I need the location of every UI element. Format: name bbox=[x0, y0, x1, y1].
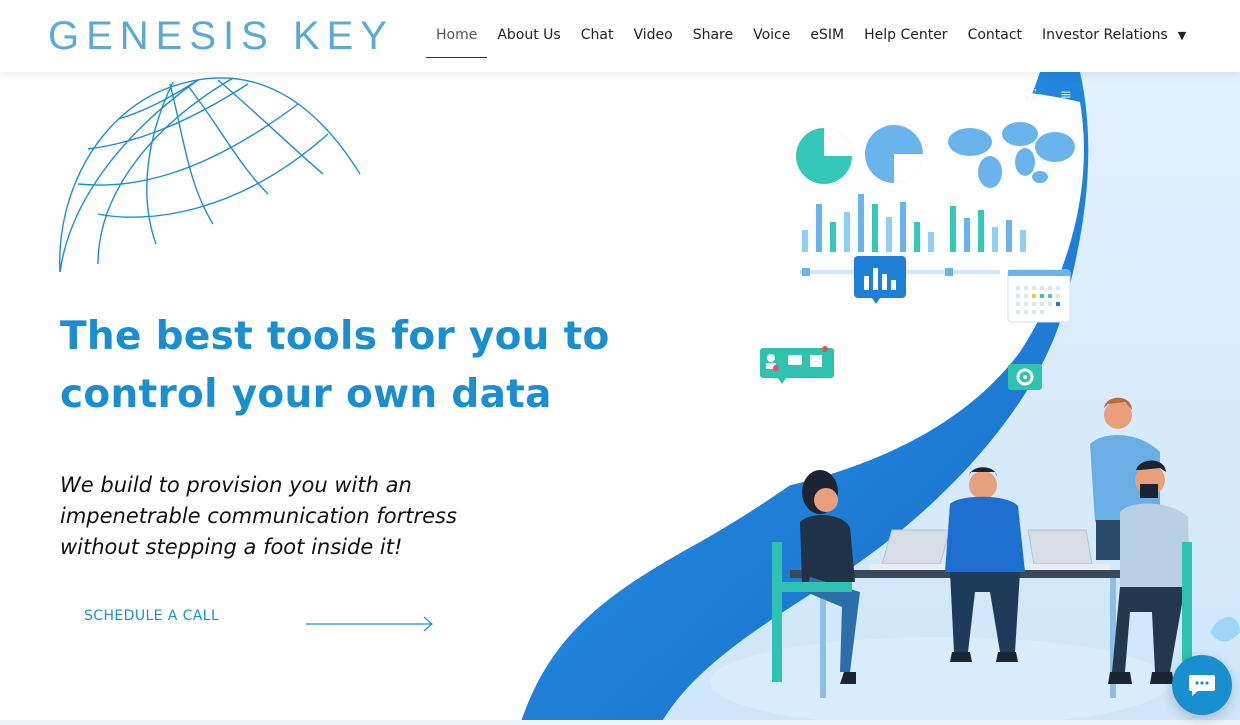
nav-chat-label: Chat bbox=[580, 27, 614, 43]
nav-chat[interactable]: Chat bbox=[571, 0, 624, 70]
menu-icon[interactable]: ≡ bbox=[1060, 87, 1072, 103]
nav-investor-relations[interactable]: Investor Relations ▼ bbox=[1032, 0, 1196, 70]
nav-video-label: Video bbox=[633, 27, 673, 43]
nav-voice-label: Voice bbox=[753, 27, 791, 43]
nav-about-us[interactable]: About Us bbox=[487, 0, 570, 70]
site-header: GENESIS KEY Home About Us Chat Video Sha… bbox=[0, 0, 1240, 72]
nav-voice[interactable]: Voice bbox=[743, 0, 800, 70]
nav-investor-relations-label: Investor Relations bbox=[1042, 27, 1168, 43]
team-analytics-illustration bbox=[520, 72, 1240, 725]
nav-home-label: Home bbox=[436, 26, 478, 43]
logo[interactable]: GENESIS KEY bbox=[48, 14, 394, 59]
nav-contact-label: Contact bbox=[967, 27, 1023, 43]
main-nav: Home About Us Chat Video Share Voice eSI… bbox=[426, 0, 1196, 72]
hero-illustration: ⛶ ≡ bbox=[520, 72, 1240, 725]
chat-bubble-button[interactable] bbox=[1172, 655, 1232, 715]
nav-esim-label: eSIM bbox=[810, 27, 845, 43]
hero-subheadline: We build to provision you with an impene… bbox=[60, 473, 457, 559]
nav-help-center[interactable]: Help Center bbox=[854, 0, 958, 70]
chat-bubble-icon bbox=[1189, 675, 1215, 696]
caret-down-icon: ▼ bbox=[1177, 28, 1187, 42]
arrow-right-icon[interactable] bbox=[304, 614, 436, 634]
nav-help-center-label: Help Center bbox=[864, 27, 948, 43]
page-divider bbox=[0, 720, 1240, 725]
nav-contact[interactable]: Contact bbox=[958, 0, 1032, 70]
globe-wireframe-icon bbox=[59, 77, 361, 273]
nav-esim[interactable]: eSIM bbox=[800, 0, 854, 70]
nav-video[interactable]: Video bbox=[623, 0, 682, 70]
nav-share[interactable]: Share bbox=[683, 0, 743, 70]
schedule-call-button[interactable]: SCHEDULE A CALL bbox=[84, 608, 219, 624]
nav-about-us-label: About Us bbox=[497, 27, 561, 43]
nav-share-label: Share bbox=[692, 27, 734, 43]
expand-icon[interactable]: ⛶ bbox=[1026, 87, 1036, 103]
nav-home[interactable]: Home bbox=[426, 0, 488, 58]
